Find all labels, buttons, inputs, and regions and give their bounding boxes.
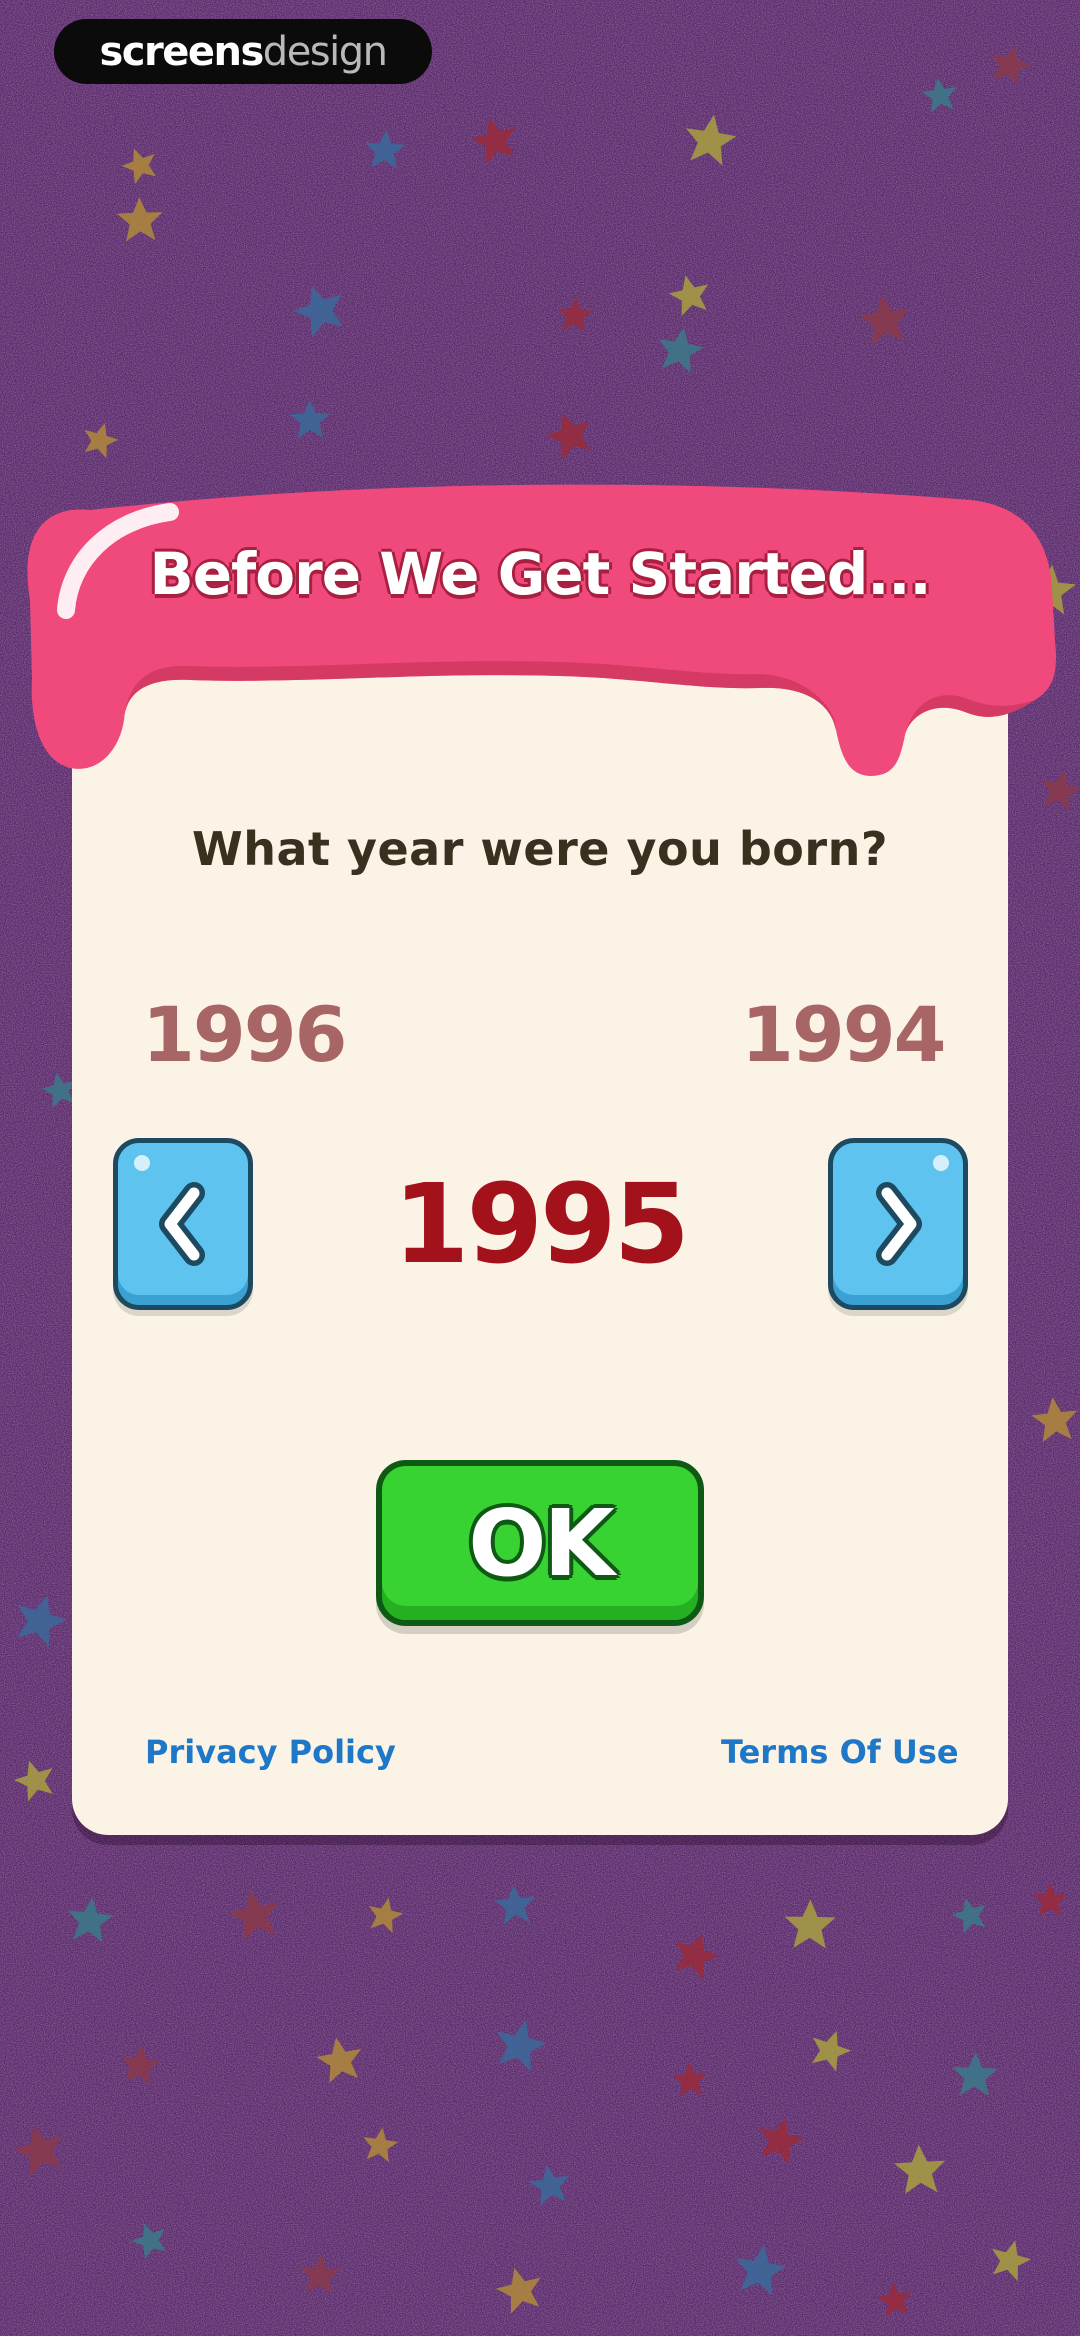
previous-year-option[interactable]: 1996 xyxy=(142,990,348,1079)
birth-year-question: What year were you born? xyxy=(191,822,889,876)
screensdesign-watermark: screens design xyxy=(54,19,432,84)
watermark-part-2: design xyxy=(262,28,388,75)
chevron-left-icon xyxy=(159,1182,205,1266)
watermark-part-1: screens xyxy=(99,28,265,75)
ok-button-label: OK xyxy=(468,1489,614,1597)
next-year-option[interactable]: 1994 xyxy=(741,990,947,1079)
button-shine xyxy=(134,1155,150,1171)
terms-of-use-link[interactable]: Terms Of Use xyxy=(721,1733,959,1771)
selected-year: 1995 xyxy=(392,1160,690,1288)
chevron-right-icon xyxy=(876,1182,922,1266)
privacy-policy-link[interactable]: Privacy Policy xyxy=(145,1733,396,1771)
previous-year-button[interactable] xyxy=(113,1138,253,1310)
button-shine xyxy=(933,1155,949,1171)
ok-button[interactable]: OK xyxy=(376,1460,704,1626)
next-year-button[interactable] xyxy=(828,1138,968,1310)
dialog-title: Before We Get Started... xyxy=(149,540,932,608)
